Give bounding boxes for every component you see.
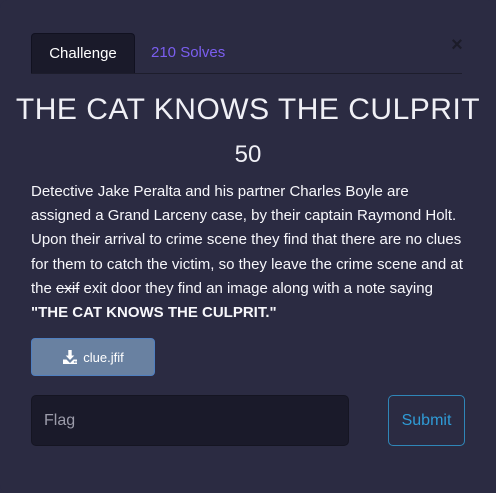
challenge-description: Detective Jake Peralta and his partner C… — [31, 180, 471, 325]
close-icon[interactable]: × — [447, 34, 467, 56]
tab-solves[interactable]: 210 Solves — [151, 33, 225, 73]
challenge-title: THE CAT KNOWS THE CULPRIT — [15, 93, 481, 126]
download-icon — [62, 349, 78, 365]
description-text-2: exit door they find an image along with … — [79, 279, 433, 297]
tab-challenge[interactable]: Challenge — [31, 33, 135, 73]
file-download-button[interactable]: clue.jfif — [31, 338, 155, 376]
file-name: clue.jfif — [83, 349, 124, 365]
tab-bar: Challenge 210 Solves — [31, 33, 462, 74]
description-quote: "THE CAT KNOWS THE CULPRIT." — [31, 304, 277, 322]
submit-button[interactable]: Submit — [388, 395, 465, 446]
challenge-points: 50 — [234, 141, 262, 168]
challenge-modal: Challenge 210 Solves × THE CAT KNOWS THE… — [0, 0, 496, 493]
description-strikethrough: exif — [56, 279, 80, 297]
flag-input[interactable] — [31, 395, 349, 446]
